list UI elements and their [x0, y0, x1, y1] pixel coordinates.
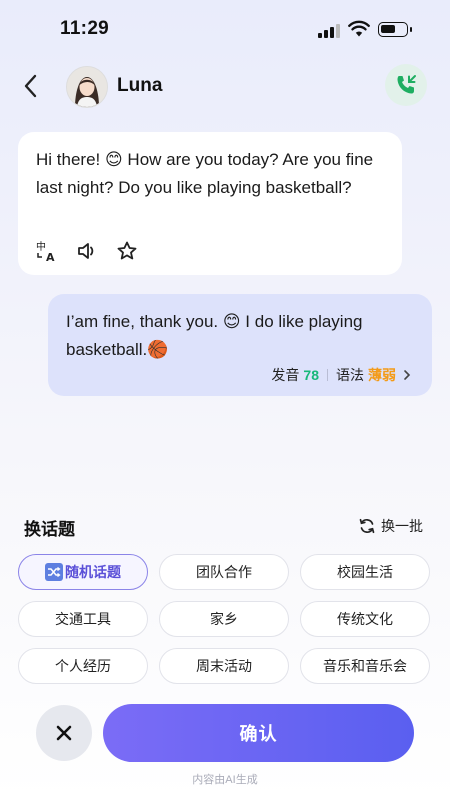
topic-chip[interactable]: 家乡 [159, 601, 289, 637]
topic-label: 随机话题 [65, 564, 121, 580]
topic-chip[interactable]: 交通工具 [18, 601, 148, 637]
divider [327, 369, 328, 381]
topics-title: 换话题 [24, 520, 75, 539]
incoming-message-text: Hi there! 😊 How are you today? Are you f… [36, 150, 374, 197]
back-button[interactable] [18, 72, 46, 100]
contact-name: Luna [117, 75, 163, 96]
topic-chip[interactable]: 传统文化 [300, 601, 430, 637]
topic-label: 团队合作 [196, 564, 252, 580]
confirm-button[interactable]: 确认 [103, 704, 414, 762]
svg-text:A: A [46, 251, 55, 262]
svg-text:中: 中 [36, 240, 46, 253]
chevron-left-icon [24, 74, 37, 98]
wifi-icon [348, 20, 370, 38]
topic-chip[interactable]: 周末活动 [159, 648, 289, 684]
topic-chip[interactable]: 音乐和音乐会 [300, 648, 430, 684]
chevron-right-icon [404, 370, 411, 380]
speaker-icon[interactable] [76, 240, 98, 267]
grammar-level: 薄弱 [368, 367, 396, 383]
refresh-icon [359, 518, 375, 534]
video-call-button[interactable] [385, 64, 427, 106]
topic-chip[interactable]: 校园生活 [300, 554, 430, 590]
phone-icon [397, 75, 416, 94]
topic-label: 传统文化 [337, 611, 393, 627]
topic-label: 家乡 [210, 611, 238, 627]
topic-label: 音乐和音乐会 [323, 658, 407, 674]
translate-icon[interactable]: 中A [36, 240, 58, 267]
avatar[interactable] [66, 66, 108, 108]
status-time: 11:29 [60, 18, 110, 39]
shuffle-icon [45, 563, 63, 581]
outgoing-message-bubble: I’am fine, thank you. 😊 I do like playin… [48, 294, 432, 396]
close-icon [56, 725, 72, 741]
incoming-message-bubble: Hi there! 😊 How are you today? Are you f… [18, 132, 402, 275]
refresh-topics-button[interactable]: 换一批 [358, 516, 423, 536]
refresh-label: 换一批 [381, 518, 423, 534]
pronunciation-score: 78 [303, 367, 319, 383]
battery-icon [378, 22, 412, 37]
topic-label: 校园生活 [337, 564, 393, 580]
star-icon[interactable] [116, 240, 138, 267]
topic-label: 个人经历 [55, 658, 111, 674]
signal-icon [318, 22, 344, 38]
topic-chip[interactable]: 个人经历 [18, 648, 148, 684]
pronunciation-label: 发音 [271, 367, 300, 383]
evaluation-summary[interactable]: 发音 78 语法 薄弱 [271, 365, 414, 385]
grammar-label: 语法 [336, 367, 364, 383]
ai-generated-note: 内容由AI生成 [192, 774, 258, 786]
topic-label: 交通工具 [55, 611, 111, 627]
topic-chip[interactable]: 团队合作 [159, 554, 289, 590]
close-button[interactable] [36, 705, 92, 761]
topic-chip-random[interactable]: 随机话题 [18, 554, 148, 590]
topic-label: 周末活动 [196, 658, 252, 674]
outgoing-message-text: I’am fine, thank you. 😊 I do like playin… [66, 312, 363, 359]
